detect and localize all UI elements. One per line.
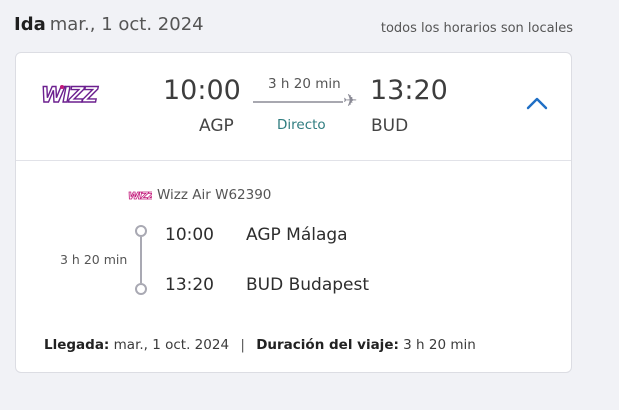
segment-arrival-place: BUD Budapest <box>246 275 370 295</box>
trip-footer: Llegada: mar., 1 oct. 2024 | Duración de… <box>44 337 476 353</box>
plane-icon: ✈ <box>343 91 358 111</box>
footer-separator: | <box>240 337 245 353</box>
segment-departure-time: 10:00 <box>165 225 214 245</box>
svg-text:WIZZ: WIZZ <box>128 191 152 201</box>
arrival-code: BUD <box>371 116 409 136</box>
departure-dot <box>135 225 147 237</box>
stops-label: Directo <box>277 117 326 133</box>
direction-label: Ida <box>14 14 46 35</box>
segment-departure-place: AGP Málaga <box>246 225 348 245</box>
timezone-note: todos los horarios son locales <box>380 21 573 36</box>
segment-duration: 3 h 20 min <box>60 252 128 267</box>
arrival-dot <box>135 283 147 295</box>
flight-summary[interactable]: WIZZ 10:00 AGP 3 h 20 min ✈ Directo 13:2… <box>16 53 571 161</box>
svg-text:WIZZ: WIZZ <box>41 83 99 107</box>
header-date: mar., 1 oct. 2024 <box>49 14 204 35</box>
trip-duration: 3 h 20 min <box>403 337 476 353</box>
flight-duration: 3 h 20 min <box>268 76 341 92</box>
flight-details: WIZZ Wizz Air W62390 3 h 20 min 10:00 AG… <box>16 161 571 373</box>
chevron-up-icon[interactable] <box>526 96 548 110</box>
departure-time: 10:00 <box>163 75 241 106</box>
wizz-small-logo: WIZZ <box>128 191 152 201</box>
route-line <box>253 101 343 103</box>
carrier-flight: Wizz Air W62390 <box>157 187 272 203</box>
trip-duration-label: Duración del viaje: <box>256 337 399 353</box>
wizz-logo: WIZZ <box>40 82 100 107</box>
carrier-info: WIZZ Wizz Air W62390 <box>128 187 271 203</box>
segment-arrival-time: 13:20 <box>165 275 214 295</box>
flight-card: WIZZ 10:00 AGP 3 h 20 min ✈ Directo 13:2… <box>15 52 572 373</box>
departure-code: AGP <box>199 116 234 136</box>
trip-header: Ida mar., 1 oct. 2024 todos los horarios … <box>14 14 573 38</box>
timeline-line <box>140 237 142 283</box>
arrival-time: 13:20 <box>370 75 448 106</box>
arrival-date: mar., 1 oct. 2024 <box>113 337 230 353</box>
arrival-label: Llegada: <box>44 337 110 353</box>
header-title: Ida mar., 1 oct. 2024 <box>14 14 204 35</box>
